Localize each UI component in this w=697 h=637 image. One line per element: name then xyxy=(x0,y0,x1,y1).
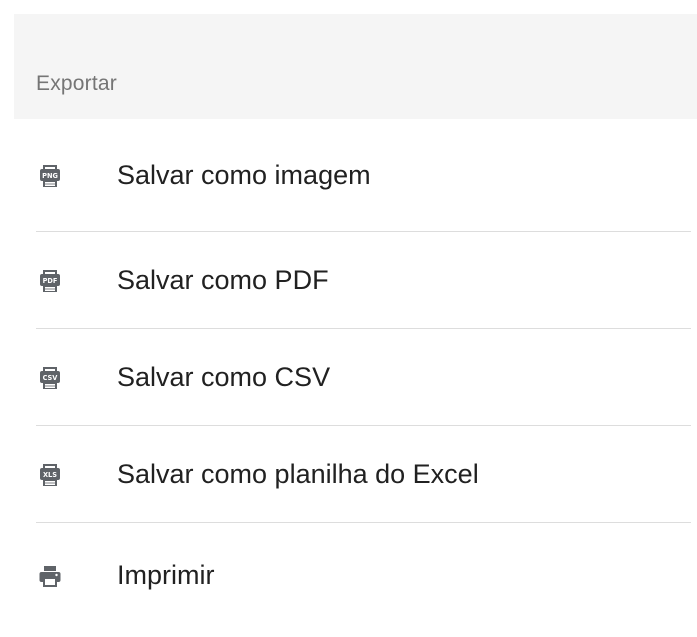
print-item[interactable]: Imprimir xyxy=(14,523,697,628)
csv-badge: CSV xyxy=(43,374,59,382)
csv-file-icon: CSV xyxy=(38,366,62,390)
save-as-image-label: Salvar como imagem xyxy=(117,160,371,190)
print-label: Imprimir xyxy=(117,560,215,590)
save-as-csv-label: Salvar como CSV xyxy=(117,362,331,392)
save-as-csv-item[interactable]: CSV Salvar como CSV xyxy=(14,329,697,426)
printer-icon xyxy=(38,564,62,588)
save-as-image-item[interactable]: PNG Salvar como imagem xyxy=(14,119,697,232)
png-badge: PNG xyxy=(42,172,58,180)
export-menu: Exportar PNG Salvar como imagem PDF Salv… xyxy=(14,14,697,628)
xls-badge: XLS xyxy=(43,471,57,479)
png-file-icon: PNG xyxy=(38,164,62,188)
save-as-pdf-label: Salvar como PDF xyxy=(117,265,329,295)
save-as-excel-item[interactable]: XLS Salvar como planilha do Excel xyxy=(14,426,697,523)
save-as-excel-label: Salvar como planilha do Excel xyxy=(117,459,479,489)
menu-header: Exportar xyxy=(14,14,697,119)
pdf-badge: PDF xyxy=(43,277,58,285)
menu-list: PNG Salvar como imagem PDF Salvar como P… xyxy=(14,119,697,628)
save-as-pdf-item[interactable]: PDF Salvar como PDF xyxy=(14,232,697,329)
xls-file-icon: XLS xyxy=(38,463,62,487)
pdf-file-icon: PDF xyxy=(38,269,62,293)
menu-header-label: Exportar xyxy=(36,72,117,95)
